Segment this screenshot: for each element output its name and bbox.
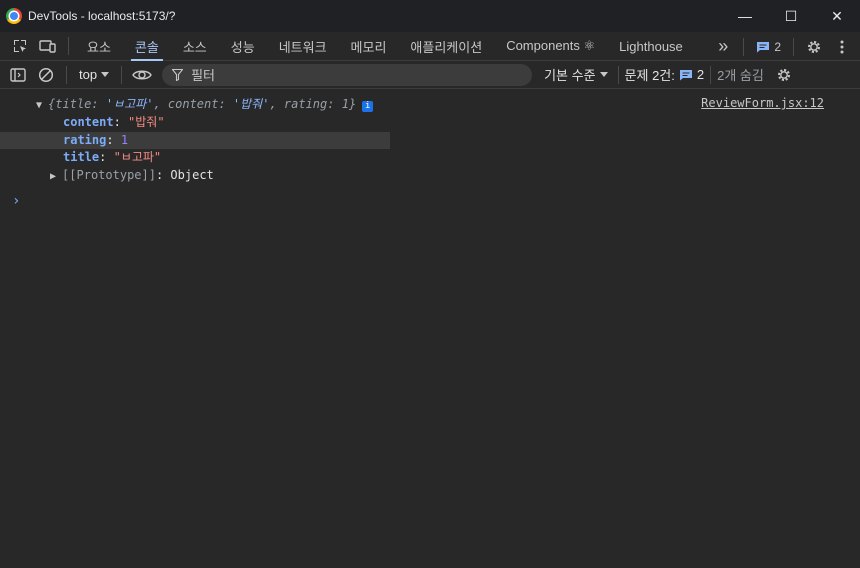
console-prompt-icon[interactable]: › (12, 193, 20, 209)
summary-close-brace: } (348, 97, 357, 111)
live-expression-eye-icon[interactable] (128, 61, 156, 89)
tab-network[interactable]: 네트워크 (267, 32, 339, 61)
tab-label: 메모리 (350, 39, 387, 55)
tab-label: 네트워크 (278, 39, 327, 55)
window-titlebar: DevTools - localhost:5173/? — ☐ ✕ (0, 0, 860, 32)
summary-key: content (167, 97, 219, 111)
object-summary-row[interactable]: ▼ {title: 'ㅂ고파', content: '밥줘', rating: … (36, 96, 374, 113)
property-row[interactable]: rating: 1 (63, 132, 128, 149)
summary-value: 1 (341, 97, 349, 111)
summary-value: 'ㅂ고파' (105, 97, 154, 111)
tab-console[interactable]: 콘솔 (123, 32, 171, 61)
info-icon[interactable]: i (362, 101, 374, 112)
tab-application[interactable]: 애플리케이션 (398, 32, 494, 61)
tab-label: Components ⚛ (506, 38, 596, 53)
tab-label: 요소 (87, 39, 111, 55)
settings-gear-icon[interactable] (800, 33, 828, 61)
window-title: DevTools - localhost:5173/? (28, 9, 176, 23)
summary-key: rating (283, 97, 328, 111)
devtools-tabbar: 요소 콘솔 소스 성능 네트워크 메모리 애플리케이션 Components ⚛… (0, 32, 860, 61)
clear-console-icon[interactable] (32, 61, 60, 89)
minimize-button[interactable]: — (722, 0, 768, 32)
tab-label: 성능 (230, 39, 255, 55)
issues-counter[interactable]: 문제 2건: 2 (625, 65, 705, 84)
prototype-key: [[Prototype]] (62, 168, 156, 182)
context-selector-value: top (79, 67, 98, 82)
hovered-row-highlight (0, 132, 390, 149)
issues-label: 문제 2건: (624, 68, 675, 83)
tab-memory[interactable]: 메모리 (339, 32, 399, 61)
property-row[interactable]: title: "ㅂ고파" (63, 149, 161, 166)
issues-count: 2 (696, 67, 705, 82)
chevron-down-icon (101, 71, 110, 77)
chrome-logo-icon (6, 8, 22, 24)
filter-funnel-icon (172, 68, 184, 81)
message-icon (679, 69, 692, 80)
toolbar-divider (710, 65, 712, 84)
toolbar-divider (121, 65, 123, 84)
sidebar-toggle-icon[interactable] (4, 61, 32, 89)
toolbar-divider (617, 65, 619, 84)
property-value: 1 (120, 133, 129, 147)
inspect-element-icon[interactable] (6, 32, 34, 60)
log-levels-dropdown[interactable]: 기본 수준 (544, 65, 608, 84)
expand-arrow-down-icon[interactable]: ▼ (36, 100, 48, 111)
tabbar-divider (793, 37, 794, 56)
tabbar-right-tools: » 2 (709, 32, 856, 61)
tab-label: 콘솔 (134, 39, 159, 55)
tabbar-divider (743, 37, 745, 56)
device-toolbar-icon[interactable] (34, 32, 62, 60)
filter-input[interactable]: 필터 (162, 63, 533, 86)
summary-key: title (55, 97, 92, 111)
tab-elements[interactable]: 요소 (75, 32, 123, 61)
console-output: ▼ {title: 'ㅂ고파', content: '밥줘', rating: … (0, 90, 860, 568)
hidden-messages-count: 2개 숨김 (717, 68, 764, 83)
property-key: content (63, 115, 114, 129)
maximize-button[interactable]: ☐ (768, 0, 814, 32)
tab-label: Lighthouse (619, 38, 683, 54)
log-levels-label: 기본 수준 (544, 68, 596, 83)
console-settings-gear-icon[interactable] (770, 61, 798, 89)
more-options-icon[interactable] (828, 33, 856, 61)
prototype-value: Object (170, 168, 214, 182)
message-icon (757, 41, 770, 52)
tab-components[interactable]: Components ⚛ (494, 32, 607, 61)
property-value: "밥줘" (128, 115, 165, 129)
expand-arrow-right-icon[interactable]: ▶ (50, 171, 62, 182)
property-key: title (63, 150, 100, 164)
console-toolbar: top 필터 기본 수준 문제 2건: 2 2개 숨김 (0, 61, 860, 89)
prototype-row[interactable]: ▶ [[Prototype]]: Object (50, 167, 214, 184)
window-controls: — ☐ ✕ (722, 0, 860, 32)
more-tabs-icon[interactable]: » (709, 33, 737, 61)
tab-label: 소스 (182, 39, 207, 55)
chevron-down-icon (599, 71, 608, 77)
close-button[interactable]: ✕ (814, 0, 860, 32)
tab-sources[interactable]: 소스 (171, 32, 219, 61)
issues-badge[interactable]: 2 (750, 40, 787, 54)
tabbar-divider (68, 37, 69, 55)
property-key: rating (63, 133, 107, 147)
property-row[interactable]: content: "밥줘" (63, 114, 165, 131)
tab-lighthouse[interactable]: Lighthouse (607, 32, 695, 61)
tab-performance[interactable]: 성능 (219, 32, 267, 61)
source-location-link[interactable]: ReviewForm.jsx:12 (701, 96, 824, 110)
property-value: "ㅂ고파" (113, 150, 162, 164)
summary-value: '밥줘' (232, 97, 270, 111)
issues-badge-count: 2 (774, 39, 781, 54)
filter-placeholder: 필터 (191, 68, 215, 83)
toolbar-divider (66, 65, 67, 84)
tab-label: 애플리케이션 (410, 39, 483, 55)
context-selector[interactable]: top (73, 67, 115, 82)
